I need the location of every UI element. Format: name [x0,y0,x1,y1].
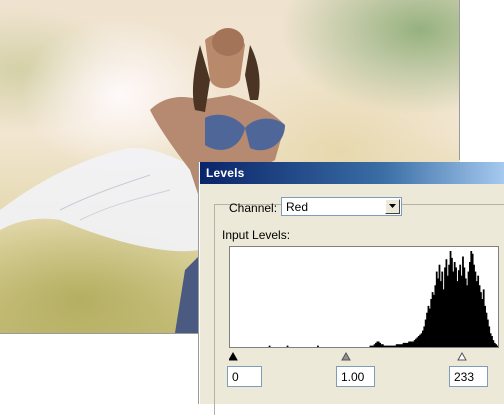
channel-select[interactable]: Red [281,197,402,216]
histogram-bar [268,345,271,347]
black-point-slider [229,351,238,361]
histogram [229,246,499,348]
histogram-bar [286,345,289,347]
photo-border-right [459,0,460,160]
input-black-value: 0 [232,370,239,384]
channel-label: Channel: [229,201,278,215]
input-gamma-field[interactable]: 1.00 [336,366,375,387]
input-white-value: 233 [454,370,475,384]
channel-value: Red [286,200,309,214]
chevron-down-icon[interactable] [385,199,400,214]
input-levels-slider[interactable] [229,349,499,361]
histogram-bar [496,345,498,347]
input-white-field[interactable]: 233 [449,366,488,387]
dialog-title: Levels [206,166,245,180]
dialog-title-bar[interactable]: Levels [200,162,504,184]
white-point-slider [457,351,467,361]
input-black-field[interactable]: 0 [227,366,262,387]
gamma-slider [341,351,351,361]
histogram-bar [317,345,319,347]
levels-dialog: Levels Channel: Red Input Levels: 0 1.00… [199,162,504,415]
input-gamma-value: 1.00 [341,370,365,384]
input-levels-label: Input Levels: [222,228,291,242]
